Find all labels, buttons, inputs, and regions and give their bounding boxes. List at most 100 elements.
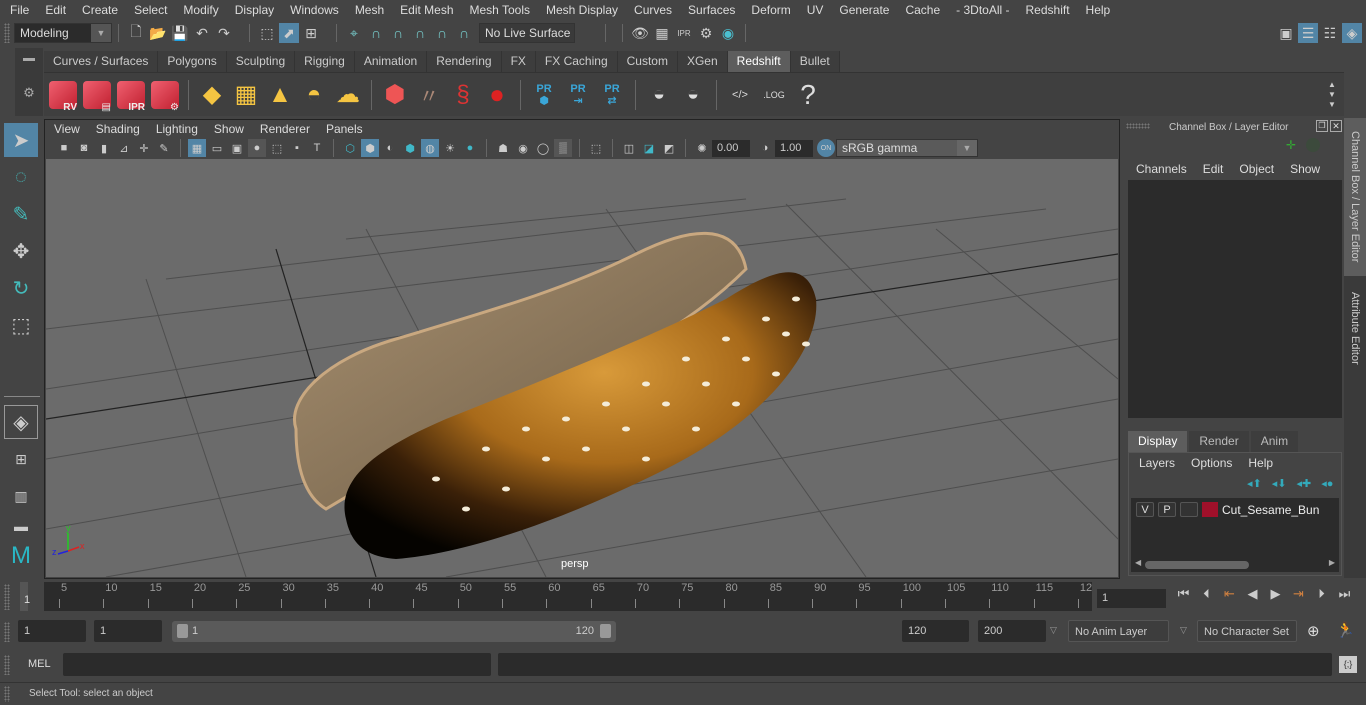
shelf-tab-sculpting[interactable]: Sculpting [226, 51, 296, 72]
volume-icon[interactable]: § [447, 77, 479, 113]
anim-layer-dropdown[interactable]: No Anim Layer [1068, 620, 1169, 642]
menu-select[interactable]: Select [126, 3, 175, 17]
smooth-shade-icon[interactable]: ⬢ [361, 139, 379, 157]
viewport-menu-panels[interactable]: Panels [318, 122, 371, 136]
select-object-icon[interactable]: ⬈ [279, 23, 299, 43]
layer-row[interactable]: V P Cut_Sesame_Bun [1136, 502, 1319, 517]
script-editor-button-icon[interactable]: {;} [1339, 656, 1357, 673]
color-management-toggle[interactable]: ON [817, 139, 835, 157]
viewport-3d[interactable]: y x z [46, 159, 1118, 577]
proxy-icon[interactable]: ⬢ [379, 77, 411, 113]
viewport-menu-view[interactable]: View [44, 122, 88, 136]
modeling-toolkit-icon[interactable]: ▣ [1276, 23, 1296, 43]
rotate-tool-icon[interactable]: ↻ [4, 271, 38, 305]
select-tool-icon[interactable]: ➤ [4, 123, 38, 157]
outliner-layout-icon[interactable]: ▥ [4, 479, 38, 513]
script-language-toggle[interactable]: MEL [28, 658, 51, 670]
redshift-render-view-icon[interactable]: RV [47, 77, 79, 113]
move-layer-up-icon[interactable]: ◂⬆ [1247, 477, 1262, 490]
four-view-layout-icon[interactable]: ⊞ [4, 442, 38, 476]
scale-tool-icon[interactable]: ⬚ [4, 308, 38, 342]
pr-sync-icon[interactable]: PR ⇄ [596, 77, 628, 113]
xray-joints-icon[interactable]: ◪ [640, 139, 658, 157]
viewport-menu-lighting[interactable]: Lighting [148, 122, 206, 136]
snap-live-icon[interactable]: ∩ [454, 23, 474, 43]
color-space-dropdown[interactable]: sRGB gamma ▼ [836, 139, 978, 157]
script-editor-icon[interactable]: </> [724, 77, 756, 113]
channel-menu-object[interactable]: Object [1231, 162, 1282, 176]
lasso-tool-icon[interactable]: ◌ [4, 160, 38, 194]
snap-point-icon[interactable]: ∩ [388, 23, 408, 43]
menu-windows[interactable]: Windows [282, 3, 347, 17]
bake-selected-icon[interactable]: ◒ [677, 77, 709, 113]
menu-redshift[interactable]: Redshift [1018, 3, 1078, 17]
scene-end-field[interactable]: 200 [978, 620, 1046, 642]
redshift-settings-icon[interactable]: ⚙ [149, 77, 181, 113]
menu-deform[interactable]: Deform [743, 3, 798, 17]
motion-blur-icon[interactable]: ◉ [514, 139, 532, 157]
use-all-lights-icon[interactable]: ☀ [441, 139, 459, 157]
snap-view-plane-icon[interactable]: ∩ [410, 23, 430, 43]
safe-title-icon[interactable]: T [308, 139, 326, 157]
anim-layer-dropdown-arrow[interactable]: ▽ [1050, 625, 1057, 636]
help-line-grip[interactable] [4, 686, 10, 702]
manipulator-axis-icon[interactable]: ✛ [1286, 138, 1296, 152]
shelf-gear-icon[interactable]: ⚙ [15, 85, 43, 101]
new-scene-icon[interactable]: 🗋 [126, 23, 146, 43]
shelf-tab-fx[interactable]: FX [501, 51, 536, 72]
2d-pan-zoom-icon[interactable]: ✛ [135, 139, 153, 157]
select-component-icon[interactable]: ⊞ [301, 23, 321, 43]
scroll-left-icon[interactable]: ◀ [1135, 558, 1141, 567]
live-surface-field[interactable]: No Live Surface [479, 23, 575, 43]
gamma-field[interactable]: 1.00 [775, 139, 813, 157]
move-layer-down-icon[interactable]: ◂⬇ [1272, 477, 1287, 490]
menu-help[interactable]: Help [1078, 3, 1119, 17]
menu-edit-mesh[interactable]: Edit Mesh [392, 3, 461, 17]
panel-grip[interactable] [1126, 123, 1150, 129]
step-forward-key-icon[interactable]: ⇥ [1287, 586, 1310, 602]
xray-components-icon[interactable]: ◩ [660, 139, 678, 157]
layer-horizontal-scrollbar[interactable]: ◀ ▶ [1135, 558, 1335, 570]
menu-surfaces[interactable]: Surfaces [680, 3, 743, 17]
layer-type-toggle[interactable] [1180, 502, 1198, 517]
shadows-icon[interactable]: ● [461, 139, 479, 157]
grease-pencil-icon[interactable]: ✎ [155, 139, 173, 157]
menu-mesh-tools[interactable]: Mesh Tools [462, 3, 538, 17]
menu-generate[interactable]: Generate [831, 3, 897, 17]
channel-list[interactable] [1128, 180, 1342, 418]
grid-icon[interactable]: ▦ [188, 139, 206, 157]
layer-tab-anim[interactable]: Anim [1250, 431, 1299, 452]
pr-create-icon[interactable]: PR ⬢ [528, 77, 560, 113]
step-forward-frame-icon[interactable]: ⏵ [1310, 586, 1333, 602]
play-backwards-icon[interactable]: ◀ [1241, 586, 1264, 602]
shelf-tabs-menu-icon[interactable] [23, 58, 35, 61]
menu-uv[interactable]: UV [799, 3, 832, 17]
default-material-icon[interactable]: ◐ [381, 139, 399, 157]
image-plane-icon[interactable]: ⊿ [115, 139, 133, 157]
film-gate-icon[interactable]: ▭ [208, 139, 226, 157]
ipr-render-icon[interactable]: IPR [674, 23, 694, 43]
camera-icon[interactable]: ■ [55, 139, 73, 157]
tool-settings-icon[interactable]: ☷ [1320, 23, 1340, 43]
shelf-tab-animation[interactable]: Animation [354, 51, 428, 72]
exposure-field[interactable]: 0.00 [712, 139, 750, 157]
menu-file[interactable]: File [0, 3, 37, 17]
viewport-menu-shading[interactable]: Shading [88, 122, 148, 136]
textured-icon[interactable]: ◍ [421, 139, 439, 157]
layer-menu-help[interactable]: Help [1240, 456, 1281, 470]
pr-export-icon[interactable]: PR ⇥ [562, 77, 594, 113]
range-end-handle[interactable] [600, 624, 611, 638]
menu-curves[interactable]: Curves [626, 3, 680, 17]
channel-sync-icon[interactable] [1306, 138, 1320, 152]
playback-end-field[interactable]: 120 [902, 620, 969, 642]
shelf-tab-polygons[interactable]: Polygons [158, 51, 227, 72]
portal-light-icon[interactable]: ▦ [230, 77, 262, 113]
render-current-frame-icon[interactable]: ▦ [652, 23, 672, 43]
snap-grid-icon[interactable]: ⌖ [344, 23, 364, 43]
menu-display[interactable]: Display [227, 3, 282, 17]
range-start-handle[interactable] [177, 624, 188, 638]
snap-curve-icon[interactable]: ∩ [366, 23, 386, 43]
shelf-tab-custom[interactable]: Custom [617, 51, 678, 72]
sphere-icon[interactable]: ● [481, 77, 513, 113]
resolution-gate-icon[interactable]: ▣ [228, 139, 246, 157]
